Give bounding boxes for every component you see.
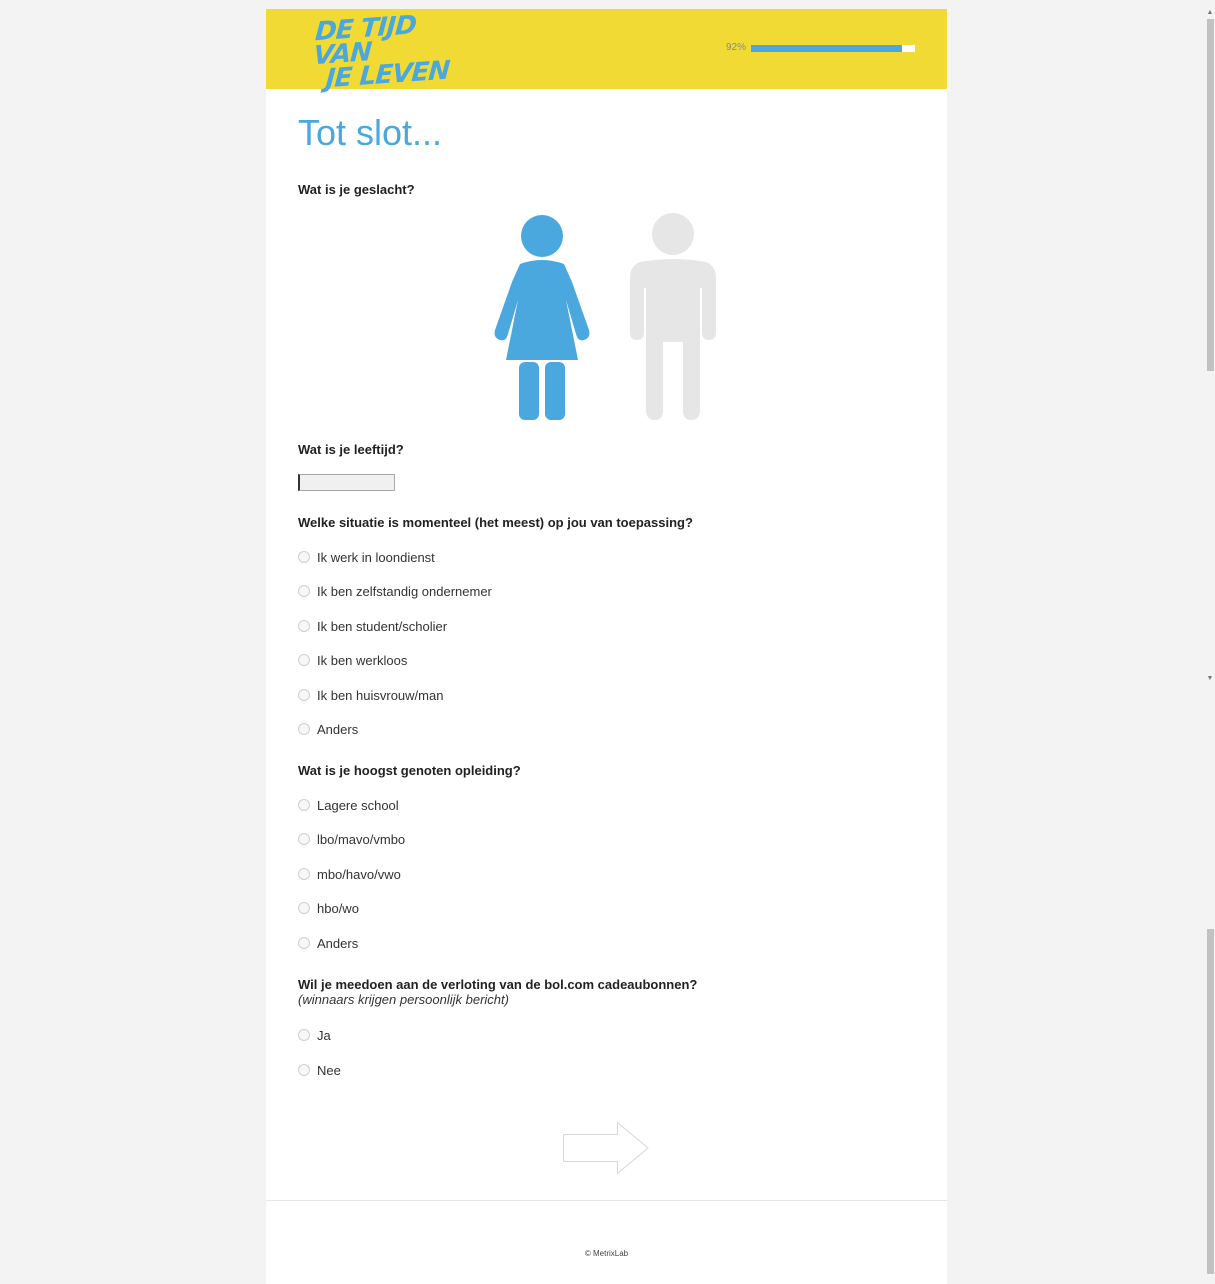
gender-option-female[interactable] xyxy=(494,212,590,422)
scrollbar-thumb-lower[interactable] xyxy=(1207,929,1214,1274)
education-option[interactable]: Lagere school xyxy=(298,796,399,814)
progress-label: 92% xyxy=(726,42,747,53)
scroll-up-icon[interactable]: ▲ xyxy=(1205,9,1215,16)
option-label: Anders xyxy=(317,935,359,951)
situation-option[interactable]: Anders xyxy=(298,720,358,738)
situation-option[interactable]: Ik ben student/scholier xyxy=(298,617,447,635)
next-button[interactable] xyxy=(562,1121,650,1180)
question-age: Wat is je leeftijd? xyxy=(298,442,404,457)
question-education: Wat is je hoogst genoten opleiding? xyxy=(298,763,521,778)
question-situation: Welke situatie is momenteel (het meest) … xyxy=(298,515,693,530)
radio-button[interactable] xyxy=(298,937,310,949)
page-title: Tot slot... xyxy=(298,112,443,153)
question-gender: Wat is je geslacht? xyxy=(298,182,415,197)
progress-bar xyxy=(751,45,915,52)
female-figure-icon xyxy=(494,215,590,420)
situation-option[interactable]: Ik ben zelfstandig ondernemer xyxy=(298,582,492,600)
lottery-option-yes[interactable]: Ja xyxy=(298,1026,331,1044)
option-label: lbo/mavo/vmbo xyxy=(317,831,406,847)
situation-option[interactable]: Ik ben werkloos xyxy=(298,651,407,669)
radio-button[interactable] xyxy=(298,1029,310,1041)
option-label: Ik ben werkloos xyxy=(317,652,408,668)
logo: DE TIJD VAN JE LEVEN xyxy=(311,10,467,95)
survey-header: DE TIJD VAN JE LEVEN 92% xyxy=(266,9,947,95)
option-label: Lagere school xyxy=(317,797,399,813)
option-label: Nee xyxy=(317,1062,341,1078)
option-label: Ik ben huisvrouw/man xyxy=(317,687,444,703)
radio-button[interactable] xyxy=(298,1064,310,1076)
question-lottery-text: Wil je meedoen aan de verloting van de b… xyxy=(298,977,698,992)
male-figure-icon xyxy=(630,213,716,420)
situation-option[interactable]: Ik ben huisvrouw/man xyxy=(298,686,443,704)
radio-button[interactable] xyxy=(298,902,310,914)
question-lottery-subtext: (winnaars krijgen persoonlijk bericht) xyxy=(298,992,509,1007)
radio-button[interactable] xyxy=(298,799,310,811)
option-label: Ik werk in loondienst xyxy=(317,549,435,565)
radio-button[interactable] xyxy=(298,620,310,632)
radio-button[interactable] xyxy=(298,868,310,880)
radio-button[interactable] xyxy=(298,833,310,845)
progress-bar-fill xyxy=(751,45,902,52)
education-option[interactable]: lbo/mavo/vmbo xyxy=(298,830,405,848)
option-label: Ik ben zelfstandig ondernemer xyxy=(317,583,492,599)
radio-button[interactable] xyxy=(298,723,310,735)
footer-divider xyxy=(266,1200,947,1201)
scroll-down-icon[interactable]: ▼ xyxy=(1205,675,1215,682)
radio-button[interactable] xyxy=(298,585,310,597)
situation-option[interactable]: Ik werk in loondienst xyxy=(298,548,435,566)
option-label: hbo/wo xyxy=(317,900,359,916)
scrollbar-thumb[interactable] xyxy=(1207,19,1214,371)
age-input[interactable] xyxy=(298,474,395,491)
radio-button[interactable] xyxy=(298,654,310,666)
logo-line-2: JE LEVEN xyxy=(324,55,451,95)
option-label: Ja xyxy=(317,1027,331,1043)
option-label: Anders xyxy=(317,721,359,737)
option-label: mbo/havo/vwo xyxy=(317,866,401,882)
arrow-right-icon xyxy=(563,1121,649,1175)
education-option[interactable]: mbo/havo/vwo xyxy=(298,865,401,883)
lottery-option-no[interactable]: Nee xyxy=(298,1061,341,1079)
question-lottery: Wil je meedoen aan de verloting van de b… xyxy=(298,977,697,1007)
radio-button[interactable] xyxy=(298,551,310,563)
education-option[interactable]: Anders xyxy=(298,934,358,952)
option-label: Ik ben student/scholier xyxy=(317,618,448,634)
radio-button[interactable] xyxy=(298,689,310,701)
footer-copyright: © MetrixLab xyxy=(584,1249,629,1258)
education-option[interactable]: hbo/wo xyxy=(298,899,359,917)
vertical-scrollbar[interactable]: ▲ ▼ xyxy=(1205,9,1215,1284)
survey-page: DE TIJD VAN JE LEVEN 92% Tot slot... Wat… xyxy=(266,9,947,1284)
gender-option-male[interactable] xyxy=(628,212,718,422)
